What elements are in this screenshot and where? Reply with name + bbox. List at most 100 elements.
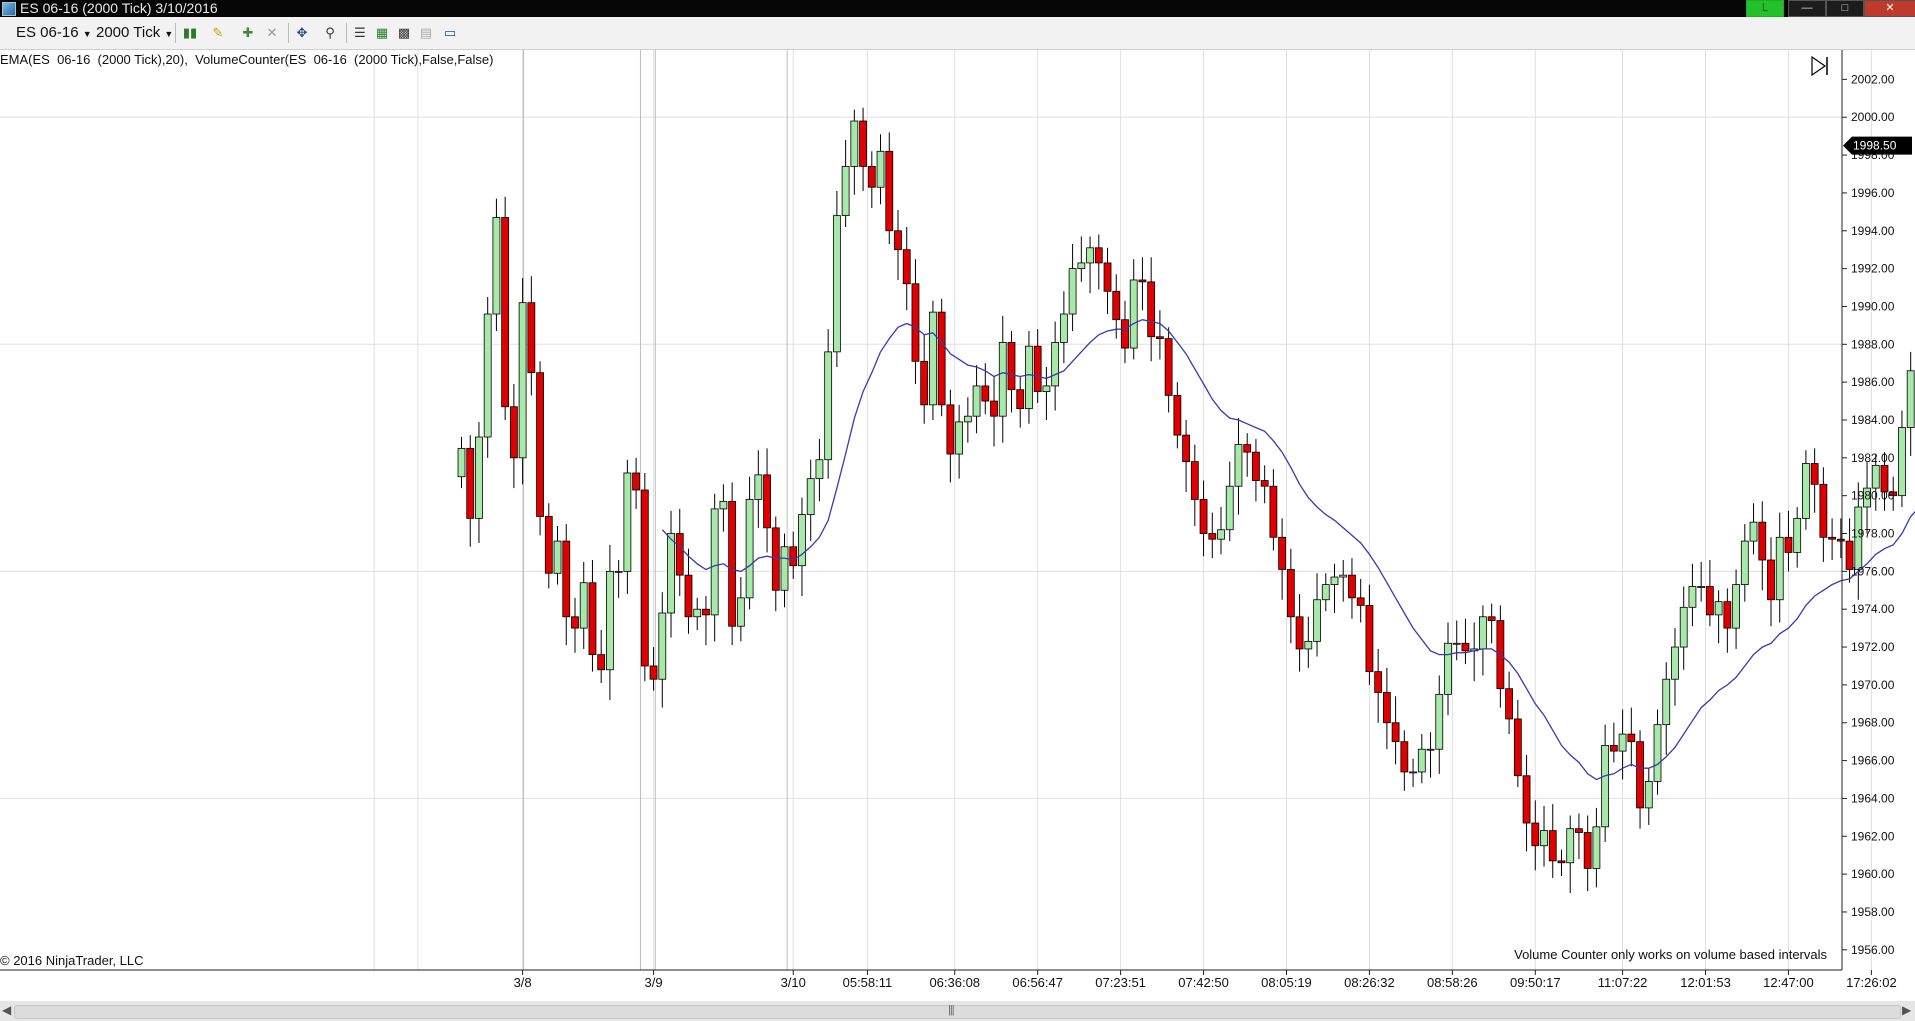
candle-down — [1557, 860, 1566, 864]
instrument-selector[interactable]: ES 06-16 ▼ — [16, 23, 92, 43]
candle-up — [1592, 826, 1601, 869]
time-tick-label: 3/9 — [645, 975, 663, 990]
candle-up — [475, 436, 483, 519]
price-tick-label: 1966.00 — [1851, 754, 1895, 768]
candle-down — [1164, 338, 1173, 396]
price-axis-ticks: 2002.002000.001998.001996.001994.001992.… — [1842, 72, 1895, 957]
candle-up — [1409, 771, 1417, 774]
candle-up — [798, 514, 806, 567]
scroll-left-icon[interactable]: ◀ — [2, 1003, 11, 1017]
candle-up — [1059, 313, 1068, 343]
maximize-button[interactable]: □ — [1826, 0, 1864, 17]
candle-up — [457, 447, 466, 478]
scroll-right-icon[interactable]: ▶ — [1902, 1003, 1911, 1017]
time-axis-ticks: 3/8 3/9 3/10 05:58:11 06:36:08 06:56:47 07:23:… — [514, 970, 1897, 990]
candle-down — [911, 283, 920, 362]
candle-down — [1636, 741, 1644, 809]
candle-up — [579, 582, 588, 629]
candle-up — [492, 217, 501, 315]
candle-down — [509, 406, 518, 459]
candle-down — [1382, 692, 1391, 724]
candle-down — [771, 527, 780, 591]
interval-selector[interactable]: 2000 Tick ▼ — [96, 23, 173, 43]
candle-up — [1679, 606, 1688, 648]
candle-down — [990, 400, 998, 417]
time-tick-label: 12:47:00 — [1763, 975, 1814, 990]
candle-down — [1260, 480, 1269, 487]
price-tick-label: 1980.00 — [1851, 489, 1895, 503]
candle-up — [719, 500, 728, 510]
indicators-icon[interactable]: ▤ — [418, 25, 434, 41]
time-tick-label: 3/8 — [514, 975, 532, 990]
time-tick-label: 05:58:11 — [843, 975, 893, 990]
candle-down — [1121, 319, 1129, 349]
properties-icon[interactable]: ☰ — [352, 25, 368, 41]
candle-up — [1417, 748, 1426, 773]
candle-up — [736, 597, 745, 627]
add-drawing-icon[interactable]: ✚ — [240, 25, 256, 41]
time-tick-label: 07:42:50 — [1178, 975, 1229, 990]
candle-up — [1426, 748, 1435, 751]
candle-down — [466, 447, 475, 519]
candle-up — [1671, 646, 1679, 680]
candle-up — [1618, 733, 1627, 752]
candle-down — [937, 311, 946, 406]
data-box-icon[interactable]: ▩ — [396, 25, 412, 41]
candle-down — [789, 546, 798, 567]
price-tick-label: 1956.00 — [1851, 943, 1895, 957]
candle-down — [1767, 559, 1775, 601]
candle-up — [1644, 781, 1653, 809]
candle-up — [754, 474, 763, 500]
candle-down — [632, 472, 640, 491]
candle-down — [1243, 444, 1252, 453]
crosshair-icon[interactable]: ✥ — [294, 25, 310, 41]
candle-down — [1356, 597, 1365, 606]
candle-up — [745, 499, 754, 599]
candle-up — [1042, 385, 1051, 393]
minimize-button[interactable]: — — [1788, 0, 1826, 17]
candle-down — [946, 404, 955, 455]
chart-trader-icon[interactable]: ▦ — [374, 25, 390, 41]
candle-down — [1531, 822, 1540, 847]
chevron-down-icon: ▼ — [164, 29, 174, 39]
price-tick-label: 1964.00 — [1851, 791, 1895, 805]
remove-drawing-icon[interactable]: ✕ — [264, 25, 280, 41]
candle-up — [1906, 370, 1915, 428]
candle-up — [1566, 828, 1575, 864]
candle-down — [1348, 574, 1356, 599]
bar-style-icon[interactable]: ▮▮ — [182, 25, 198, 41]
scrollbar-grip-icon: ||| — [948, 1004, 955, 1016]
horizontal-scrollbar[interactable]: ◀ ||| ▶ — [0, 1001, 1915, 1021]
candle-up — [1435, 693, 1444, 750]
candle-up — [1339, 574, 1348, 578]
price-chart[interactable]: 2002.002000.001998.001996.001994.001992.… — [0, 50, 1915, 1000]
candle-up — [710, 508, 719, 616]
candle-up — [806, 478, 815, 515]
time-tick-label: 08:58:26 — [1427, 975, 1478, 990]
candle-down — [867, 166, 876, 188]
time-tick-label: 06:56:47 — [1012, 975, 1063, 990]
candle-down — [1836, 538, 1845, 542]
candle-down — [920, 360, 929, 406]
close-button[interactable]: ✕ — [1864, 0, 1915, 17]
price-tick-label: 1990.00 — [1851, 299, 1895, 313]
candle-up — [614, 570, 623, 573]
scrollbar-thumb[interactable] — [14, 1005, 1901, 1019]
price-tick-label: 1978.00 — [1851, 527, 1895, 541]
candle-up — [553, 540, 562, 574]
candle-up — [1662, 678, 1671, 726]
price-tick-label: 1962.00 — [1851, 829, 1895, 843]
price-tick-label: 1986.00 — [1851, 375, 1895, 389]
strategies-icon[interactable]: ▭ — [442, 25, 458, 41]
candlesticks — [457, 107, 1915, 894]
scroll-to-end-icon[interactable] — [1811, 54, 1831, 77]
time-tick-label: 09:50:17 — [1510, 975, 1561, 990]
candle-up — [841, 166, 850, 217]
drawing-pencil-icon[interactable]: ✎ — [210, 25, 226, 41]
candle-down — [1365, 605, 1374, 673]
price-tick-label: 1972.00 — [1851, 640, 1895, 654]
candle-down — [1627, 733, 1636, 743]
toolbar-divider — [175, 23, 176, 43]
zoom-icon[interactable]: ⚲ — [322, 25, 338, 41]
candle-down — [1147, 281, 1156, 338]
